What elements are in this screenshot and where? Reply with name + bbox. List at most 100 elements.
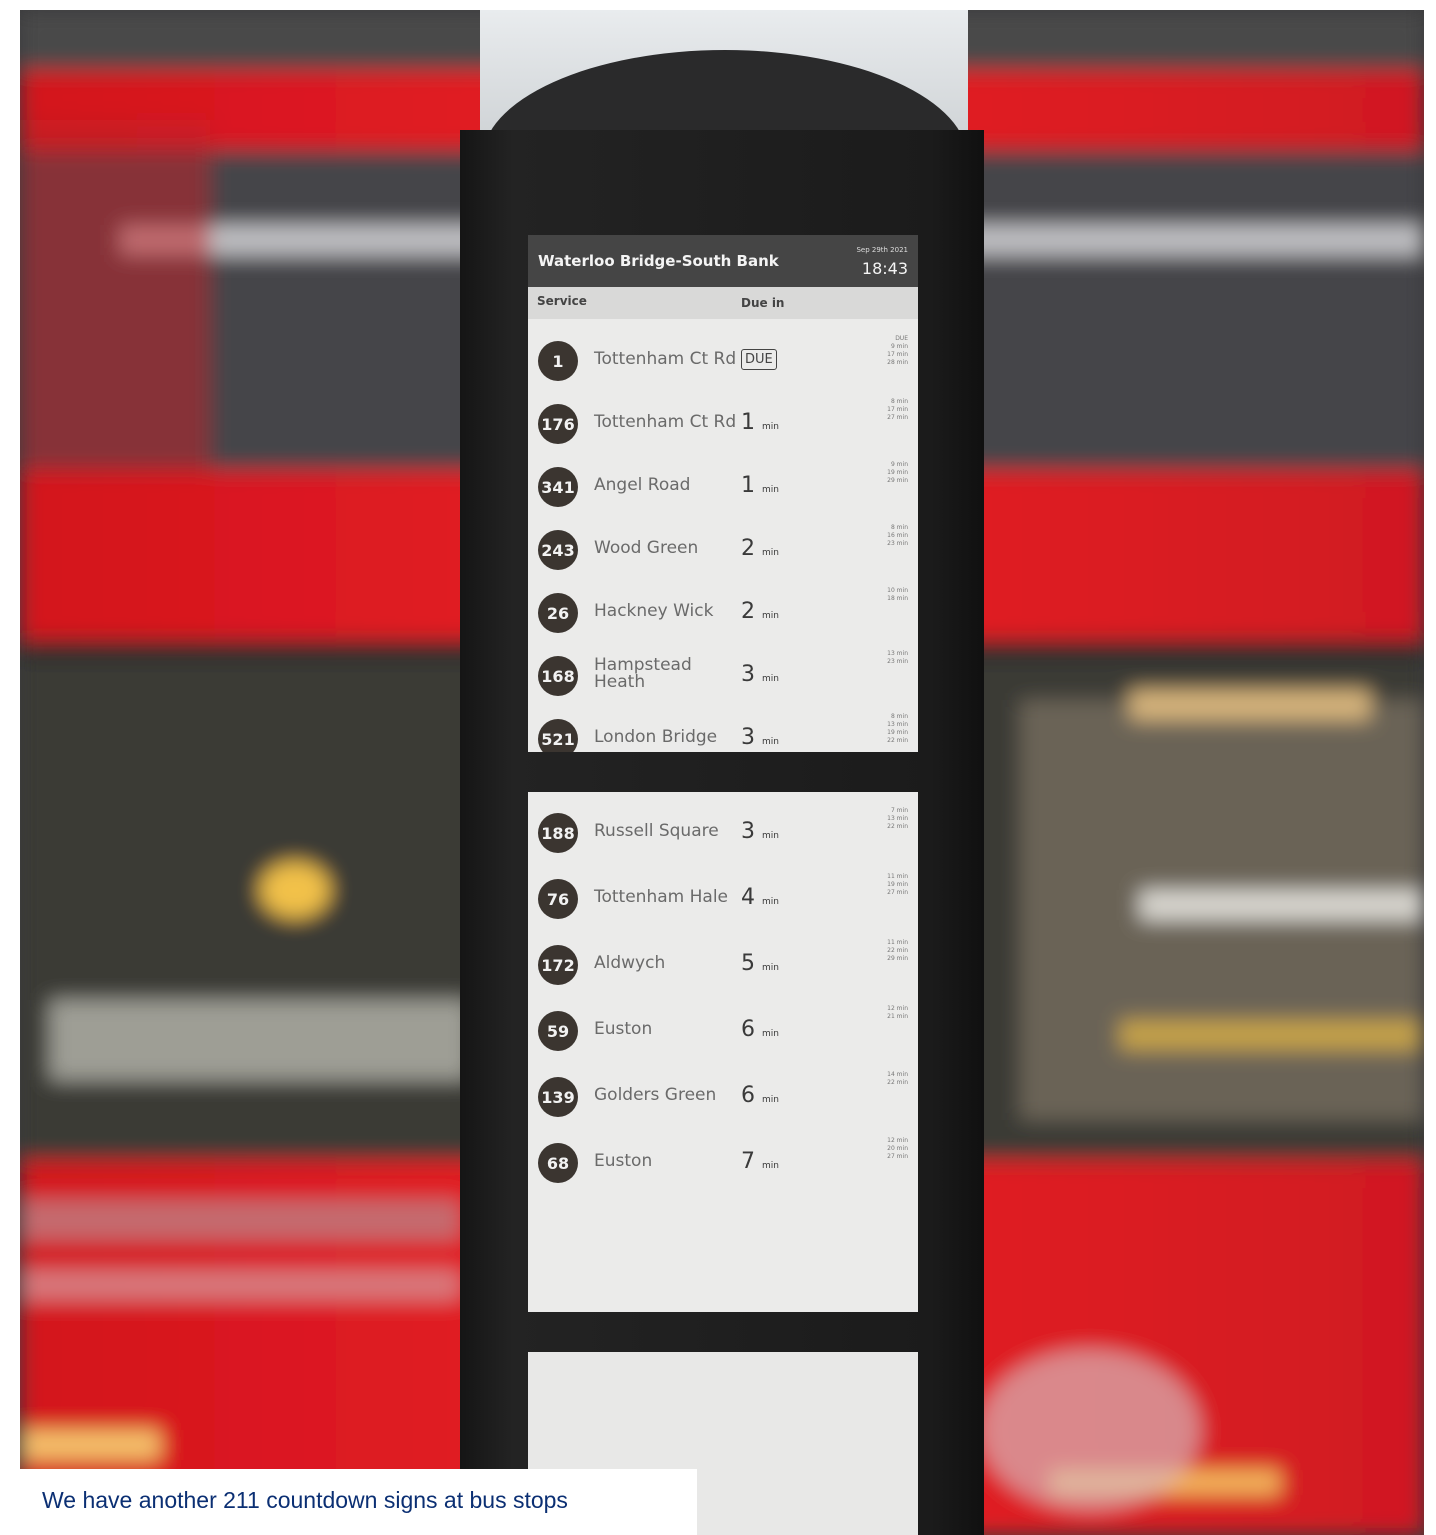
due-minutes: 6	[741, 1083, 755, 1108]
caption-text: We have another 211 countdown signs at b…	[42, 1487, 568, 1513]
route-number-badge: 76	[538, 879, 578, 919]
later-time: 27 min	[887, 1153, 908, 1160]
later-times: 8 min 17 min 27 min	[887, 398, 908, 422]
later-times: 13 min 23 min	[887, 650, 908, 666]
destination-label: Angel Road	[594, 474, 691, 495]
route-number-badge: 139	[538, 1077, 578, 1117]
later-times: 9 min 19 min 29 min	[887, 461, 908, 485]
due-now-badge: DUE	[741, 349, 777, 370]
arrival-row: 341 Angel Road 1 min 9 min 19 min 29 min	[528, 455, 918, 518]
later-times: 8 min 16 min 23 min	[887, 524, 908, 548]
destination-label: Wood Green	[594, 537, 699, 558]
later-time: 7 min	[890, 807, 908, 814]
due-minutes: 3	[741, 725, 755, 750]
later-time: 29 min	[887, 477, 908, 484]
route-number-badge: 68	[538, 1143, 578, 1183]
service-column-label: Service	[537, 294, 587, 308]
due-time: 3 min	[741, 819, 779, 844]
due-minutes: 2	[741, 599, 755, 624]
later-times: 14 min 22 min	[887, 1071, 908, 1087]
due-minutes: 7	[741, 1149, 755, 1174]
due-unit: min	[762, 548, 779, 558]
due-unit: min	[762, 737, 779, 747]
route-number-badge: 168	[538, 656, 578, 696]
later-time: 21 min	[887, 1013, 908, 1020]
route-number-badge: 26	[538, 593, 578, 633]
destination-label: London Bridge	[594, 726, 718, 747]
later-time: 18 min	[887, 595, 908, 602]
later-time: 11 min	[887, 939, 908, 946]
later-time: 13 min	[887, 721, 908, 728]
arrival-row: 1 Tottenham Ct Rd DUE DUE 9 min 17 min 28 min	[528, 329, 918, 392]
due-unit: min	[762, 674, 779, 684]
caption-box: We have another 211 countdown signs at b…	[20, 1469, 697, 1535]
destination-label: Hampstead Heath	[594, 655, 692, 692]
later-time: 22 min	[887, 737, 908, 744]
later-time: 29 min	[887, 955, 908, 962]
sign-screen-top: Waterloo Bridge-South Bank Sep 29th 2021…	[528, 235, 918, 752]
due-column-label: Due in	[741, 296, 785, 310]
destination-label: Euston	[594, 1150, 653, 1171]
due-time: 1 min	[741, 473, 779, 498]
destination-label: Euston	[594, 1018, 653, 1039]
due-minutes: 1	[741, 410, 755, 435]
due-minutes: 1	[741, 473, 755, 498]
later-time: 10 min	[887, 587, 908, 594]
later-time: 14 min	[887, 1071, 908, 1078]
later-times: 11 min 19 min 27 min	[887, 873, 908, 897]
due-minutes: 3	[741, 819, 755, 844]
later-time: 27 min	[887, 414, 908, 421]
route-number-badge: 1	[538, 341, 578, 381]
destination-label: Golders Green	[594, 1084, 717, 1105]
arrival-row: 76 Tottenham Hale 4 min 11 min 19 min 27 min	[528, 867, 918, 930]
later-times: DUE 9 min 17 min 28 min	[887, 335, 908, 367]
route-number-badge: 341	[538, 467, 578, 507]
later-time: 23 min	[887, 540, 908, 547]
later-time: 8 min	[890, 398, 908, 405]
due-unit: min	[762, 897, 779, 907]
later-time: 22 min	[887, 1079, 908, 1086]
later-time: 20 min	[887, 1145, 908, 1152]
later-time: 19 min	[887, 729, 908, 736]
later-time: 17 min	[887, 351, 908, 358]
due-unit: min	[762, 1161, 779, 1171]
due-minutes: 5	[741, 951, 755, 976]
due-unit: min	[762, 611, 779, 621]
later-time: 8 min	[890, 524, 908, 531]
due-unit: min	[762, 422, 779, 432]
later-time: 12 min	[887, 1137, 908, 1144]
later-times: 12 min 21 min	[887, 1005, 908, 1021]
stop-name: Waterloo Bridge-South Bank	[538, 252, 779, 270]
due-unit: min	[762, 831, 779, 841]
due-time: 3 min	[741, 725, 779, 750]
arrival-row: 172 Aldwych 5 min 11 min 22 min 29 min	[528, 933, 918, 996]
bus-stop-photo: Waterloo Bridge-South Bank Sep 29th 2021…	[20, 10, 1424, 1535]
arrival-row: 176 Tottenham Ct Rd 1 min 8 min 17 min 27 min	[528, 392, 918, 455]
later-time: 22 min	[887, 823, 908, 830]
route-number-badge: 188	[538, 813, 578, 853]
sign-screen-middle: 188 Russell Square 3 min 7 min 13 min 22 min 7…	[528, 792, 918, 1312]
arrival-row: 168 Hampstead Heath 3 min 13 min 23 min	[528, 644, 918, 707]
arrival-row: 26 Hackney Wick 2 min 10 min 18 min	[528, 581, 918, 644]
due-minutes: 3	[741, 662, 755, 687]
route-number-badge: 59	[538, 1011, 578, 1051]
later-times: 11 min 22 min 29 min	[887, 939, 908, 963]
later-time: 13 min	[887, 815, 908, 822]
later-times: 12 min 20 min 27 min	[887, 1137, 908, 1161]
later-time: 28 min	[887, 359, 908, 366]
sign-time: 18:43	[861, 259, 908, 278]
later-time: 23 min	[887, 658, 908, 665]
later-times: 7 min 13 min 22 min	[887, 807, 908, 831]
later-time: 27 min	[887, 889, 908, 896]
due-minutes: 2	[741, 536, 755, 561]
later-time: 9 min	[890, 343, 908, 350]
due-unit: min	[762, 1029, 779, 1039]
due-time: 6 min	[741, 1083, 779, 1108]
arrival-row: 139 Golders Green 6 min 14 min 22 min	[528, 1065, 918, 1128]
due-time: 3 min	[741, 662, 779, 687]
due-time: 7 min	[741, 1149, 779, 1174]
route-number-badge: 172	[538, 945, 578, 985]
later-time: 12 min	[887, 1005, 908, 1012]
due-minutes: 4	[741, 885, 755, 910]
destination-label: Aldwych	[594, 952, 666, 973]
